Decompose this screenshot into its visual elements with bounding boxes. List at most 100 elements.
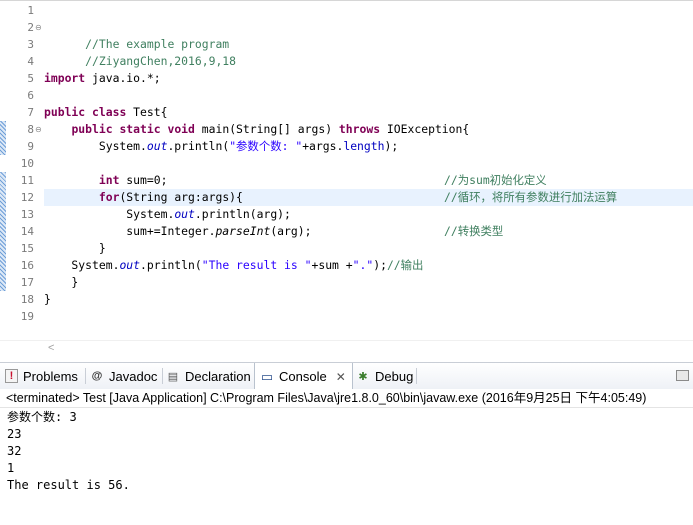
line-number: 15 (20, 242, 34, 255)
change-marker (0, 172, 6, 291)
code-comment: //转换类型 (444, 224, 504, 238)
tab-divider (416, 368, 417, 384)
overview-ruler (0, 2, 6, 340)
tab-declaration[interactable]: ▤ Declaration (166, 363, 251, 389)
code-text: Test{ (126, 105, 168, 119)
line-number: 3 (27, 38, 34, 51)
tab-label: Javadoc (109, 368, 158, 384)
fold-collapse-icon[interactable]: ⊖ (35, 19, 42, 36)
code-comment: //ZiyangChen,2016,9,18 (85, 54, 237, 68)
line-number: 5 (27, 72, 34, 85)
code-text: ); (373, 258, 387, 272)
line-number: 16 (20, 259, 34, 272)
code-keyword: public (71, 122, 113, 136)
console-icon: ▭ (260, 368, 274, 384)
minimize-icon[interactable] (676, 370, 689, 381)
debug-icon: ✱ (358, 370, 368, 383)
console-line: 1 (7, 461, 15, 475)
line-number: 9 (27, 140, 34, 153)
code-text: ); (384, 139, 399, 153)
code-line[interactable]: } (44, 274, 693, 291)
code-line[interactable]: } (44, 291, 693, 308)
tab-label: Console (279, 369, 327, 384)
code-keyword: public (44, 105, 86, 119)
code-line[interactable]: System.out.println(arg); (44, 206, 693, 223)
code-line[interactable]: public static void main(String[] args) t… (44, 121, 693, 138)
code-text: .println( (167, 139, 230, 153)
line-number: 12 (20, 191, 34, 204)
code-keyword: throws (338, 122, 381, 136)
line-number: 18 (20, 293, 34, 306)
code-string: "The result is " (201, 258, 312, 272)
code-text: sum=0; (119, 173, 168, 187)
code-field: out (146, 139, 168, 153)
code-field: out (174, 207, 195, 221)
change-marker (0, 121, 6, 155)
console-line: 23 (7, 427, 22, 441)
code-text: System. (44, 207, 175, 221)
code-line-current[interactable]: for(String arg:args){ //循环，将所有参数进行加法运算 (44, 189, 693, 206)
line-number-gutter: 1 2 ⊖ 3 4 5 6 7 8 ⊖ 9 10 11 12 13 14 15 … (8, 2, 42, 340)
code-text: } (44, 275, 79, 289)
tab-javadoc[interactable]: @ Javadoc (90, 363, 158, 389)
code-keyword: void (167, 122, 195, 136)
code-text: (String arg:args){ (119, 190, 243, 204)
line-number: 4 (27, 55, 34, 68)
code-field: length (343, 139, 385, 153)
scroll-left-icon[interactable]: < (48, 342, 54, 354)
code-line[interactable]: } (44, 240, 693, 257)
code-keyword: for (98, 190, 120, 204)
code-text: +args. (302, 139, 344, 153)
code-editor[interactable]: 1 2 ⊖ 3 4 5 6 7 8 ⊖ 9 10 11 12 13 14 15 … (0, 0, 693, 358)
tab-console[interactable]: ▭ Console ✕ (254, 363, 353, 390)
tab-divider (85, 368, 86, 384)
tab-problems[interactable]: ! Problems (5, 363, 78, 389)
line-number: 7 (27, 106, 34, 119)
code-line[interactable]: sum+=Integer.parseInt(arg); //转换类型 (44, 223, 693, 240)
line-number: 10 (20, 157, 34, 170)
console-line: 32 (7, 444, 22, 458)
code-keyword: import (44, 71, 86, 85)
line-number: 8 (27, 123, 34, 136)
code-line[interactable]: //The example program (44, 19, 693, 51)
tab-label: Debug (375, 368, 414, 384)
code-text: main(String[] args) (194, 122, 339, 136)
code-line[interactable]: //ZiyangChen,2016,9,18 (44, 36, 693, 68)
code-text: sum+=Integer. (44, 224, 216, 238)
fold-collapse-icon[interactable]: ⊖ (35, 121, 42, 138)
editor-top-border (0, 0, 693, 1)
code-line[interactable]: public class Test{ (44, 104, 693, 121)
close-icon[interactable]: ✕ (336, 370, 346, 384)
code-text: System. (44, 258, 120, 272)
javadoc-icon: @ (91, 370, 103, 382)
console-process-label: <terminated> Test [Java Application] C:\… (0, 389, 693, 408)
code-line[interactable]: import java.io.*; (44, 70, 693, 87)
code-line[interactable]: System.out.println("参数个数: "+args.length)… (44, 138, 693, 155)
code-string: "." (352, 258, 374, 272)
line-number: 11 (20, 174, 34, 187)
code-text: System. (44, 139, 147, 153)
code-string: "参数个数: " (229, 139, 303, 153)
code-line[interactable]: System.out.println("The result is "+sum … (44, 257, 693, 274)
code-text: java.io.*; (85, 71, 161, 85)
code-keyword: class (92, 105, 127, 119)
console-output[interactable]: 参数个数: 3 23 32 1 The result is 56. (0, 409, 693, 525)
line-number: 13 (20, 208, 34, 221)
code-text: } (44, 292, 51, 306)
code-comment: //为sum初始化定义 (444, 173, 547, 187)
horizontal-scrollbar[interactable]: < (0, 340, 693, 358)
tab-debug[interactable]: ✱ Debug (356, 363, 413, 389)
line-number: 19 (20, 310, 34, 323)
code-comment: //循环，将所有参数进行加法运算 (444, 190, 618, 204)
code-keyword: int (98, 173, 120, 187)
code-text-area[interactable]: //The example program //ZiyangChen,2016,… (44, 2, 693, 340)
code-line[interactable]: int sum=0; //为sum初始化定义 (44, 172, 693, 189)
views-tab-bar: ! Problems @ Javadoc ▤ Declaration ▭ Con… (0, 362, 693, 390)
console-line: 参数个数: 3 (7, 410, 77, 424)
line-number: 1 (27, 4, 34, 17)
code-field: out (119, 258, 141, 272)
line-number: 17 (20, 276, 34, 289)
code-text: IOException{ (380, 122, 470, 136)
